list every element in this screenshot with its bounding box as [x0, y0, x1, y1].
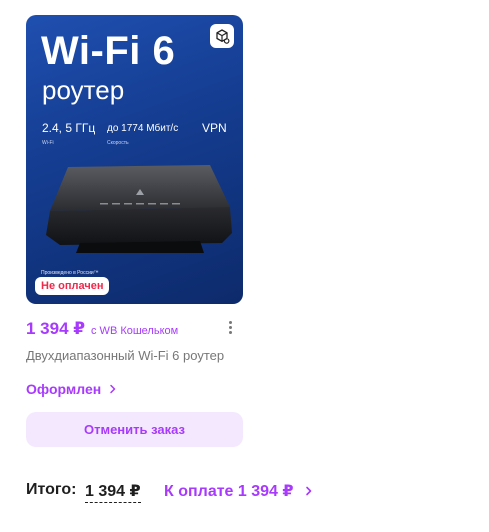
payment-status-badge: Не оплачен — [35, 277, 110, 295]
ar-cube-icon — [216, 29, 230, 44]
pay-button[interactable]: К оплате 1 394 ₽ — [164, 481, 314, 501]
pay-label: К оплате 1 394 ₽ — [164, 483, 294, 500]
ar-view-button[interactable] — [210, 24, 234, 48]
product-image[interactable]: Wi-Fi 6 роутер 2.4, 5 ГГц Wi-Fi до 1774 … — [26, 15, 243, 304]
order-status-link[interactable]: Оформлен — [26, 381, 118, 397]
spec-speed-caption: Скорость — [107, 140, 129, 146]
order-status-label: Оформлен — [26, 381, 102, 397]
price-row: 1 394 ₽ с WB Кошельком — [26, 319, 243, 341]
chevron-right-icon — [110, 384, 116, 394]
kebab-menu-icon[interactable] — [223, 319, 237, 337]
spec-vpn: VPN — [202, 121, 227, 135]
order-card: Wi-Fi 6 роутер 2.4, 5 ГГц Wi-Fi до 1774 … — [26, 15, 243, 447]
image-subtitle: роутер — [42, 75, 125, 105]
spec-speed: до 1774 Мбит/с — [107, 123, 179, 134]
product-name[interactable]: Двухдиапазонный Wi-Fi 6 роутер — [26, 348, 243, 363]
price: 1 394 ₽ — [26, 319, 86, 338]
cancel-order-button[interactable]: Отменить заказ — [26, 412, 243, 447]
spec-frequency-caption: Wi-Fi — [42, 140, 54, 146]
chevron-right-icon — [306, 486, 312, 496]
wallet-note: с WB Кошельком — [91, 325, 179, 337]
router-illustration — [46, 165, 232, 253]
total-value[interactable]: 1 394 ₽ — [85, 481, 141, 503]
made-in-russia-label: Произведено в России™ — [41, 270, 99, 276]
image-title: Wi-Fi 6 — [41, 29, 176, 73]
spec-frequency: 2.4, 5 ГГц — [42, 121, 96, 135]
total-label: Итого: — [26, 481, 77, 498]
